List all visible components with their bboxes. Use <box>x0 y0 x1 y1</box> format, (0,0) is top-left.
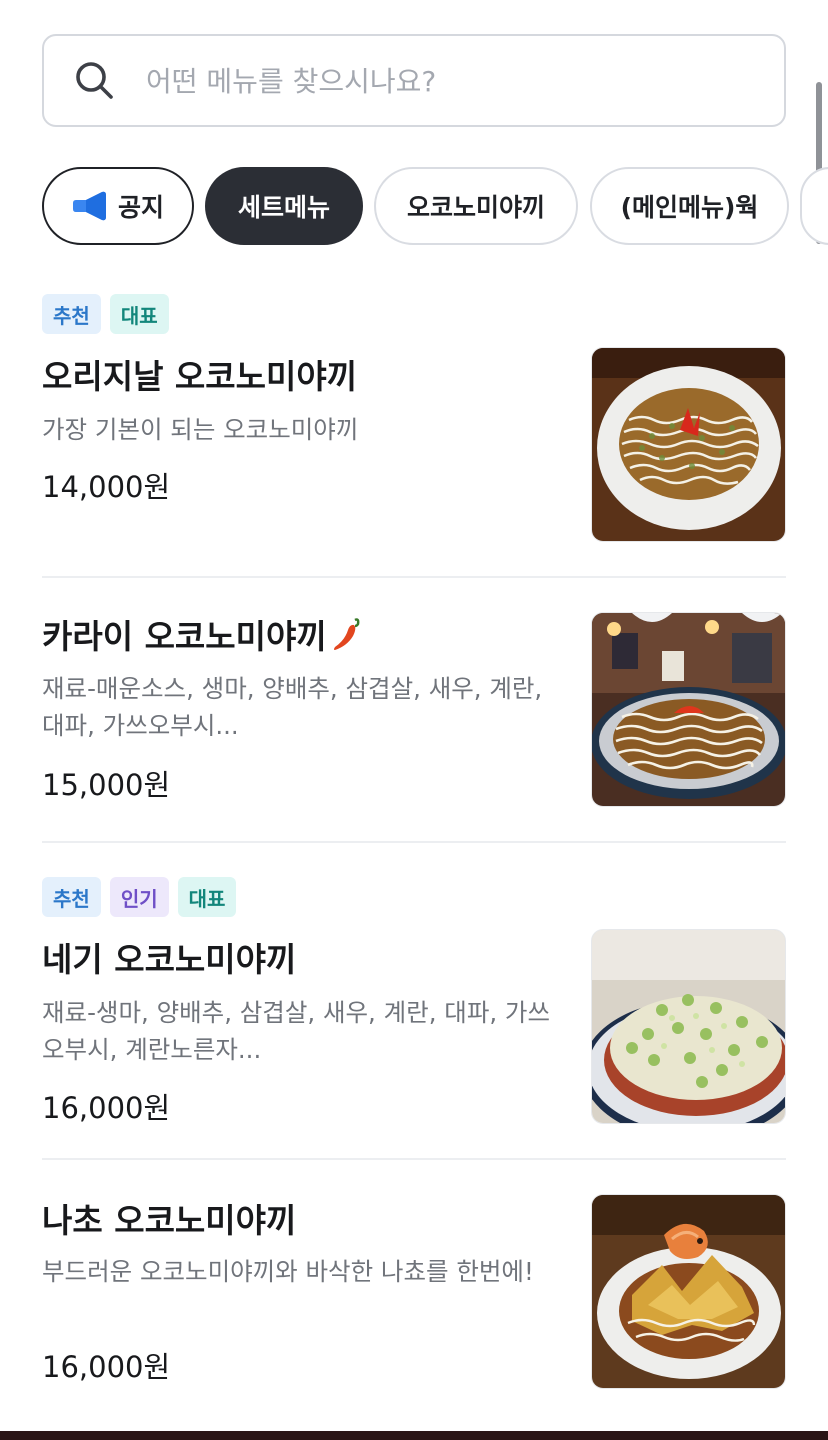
tab-okonomiyaki-label: 오코노미야끼 <box>406 193 545 222</box>
menu-page: 공지 세트메뉴 오코노미야끼 (메인메뉴)웍 추천 대표 오리지날 오코노미야끼… <box>0 0 828 1440</box>
menu-item[interactable]: 카라이 오코노미야끼 재료-매운소스, 생마, 양배추, 삼겹살, 새우, 계란… <box>42 600 786 815</box>
search-bar[interactable] <box>42 34 786 127</box>
menu-item-description: 재료-매운소스, 생마, 양배추, 삼겹살, 새우, 계란, 대파, 가쓰오부시… <box>42 674 543 740</box>
menu-item-description: 재료-생마, 양배추, 삼겹살, 새우, 계란, 대파, 가쓰오부시, 계란노른… <box>42 998 551 1064</box>
tag-group: 추천 인기 대표 <box>42 877 237 917</box>
menu-item-name: 오리지날 오코노미야끼 <box>42 357 358 396</box>
menu-item-price: 16,000원 <box>42 1091 171 1125</box>
category-tabs: 공지 세트메뉴 오코노미야끼 (메인메뉴)웍 <box>42 167 828 245</box>
tab-next[interactable] <box>800 167 828 245</box>
tab-main-wok-label: (메인메뉴)웍 <box>620 193 759 222</box>
tab-set-menu[interactable]: 세트메뉴 <box>205 167 363 245</box>
menu-item-price: 16,000원 <box>42 1350 171 1384</box>
menu-item-photo[interactable] <box>591 1194 786 1389</box>
divider <box>42 576 786 578</box>
menu-item-price: 14,000원 <box>42 470 171 504</box>
divider <box>42 1158 786 1160</box>
menu-item[interactable]: 추천 인기 대표 네기 오코노미야끼 재료-생마, 양배추, 삼겹살, 새우, … <box>42 877 786 1137</box>
tag-group: 추천 대표 <box>42 294 169 334</box>
tag-representative: 대표 <box>177 877 237 917</box>
menu-item-photo[interactable] <box>591 929 786 1124</box>
tab-set-menu-label: 세트메뉴 <box>237 193 330 222</box>
tag-recommend: 추천 <box>42 877 101 917</box>
menu-item-description: 부드러운 오코노미야끼와 바삭한 나쵸를 한번에! <box>42 1257 534 1286</box>
menu-item-name: 카라이 오코노미야끼 <box>42 610 361 658</box>
menu-item-name: 나초 오코노미야끼 <box>42 1201 297 1240</box>
menu-item-price: 15,000원 <box>42 768 171 802</box>
tag-recommend: 추천 <box>42 294 101 334</box>
menu-item-photo[interactable] <box>591 347 786 542</box>
bottom-bar <box>0 1431 828 1440</box>
tab-notice-label: 공지 <box>117 193 164 222</box>
chili-pepper-icon <box>333 618 360 650</box>
divider <box>42 841 786 843</box>
menu-item[interactable]: 추천 대표 오리지날 오코노미야끼 가장 기본이 되는 오코노미야끼 14,00… <box>42 294 786 544</box>
tab-main-wok[interactable]: (메인메뉴)웍 <box>590 167 789 245</box>
menu-item-photo[interactable] <box>591 612 786 807</box>
menu-item-name: 네기 오코노미야끼 <box>42 940 297 979</box>
search-icon <box>76 62 113 99</box>
tag-popular: 인기 <box>109 877 169 917</box>
megaphone-icon <box>72 191 106 221</box>
search-input[interactable] <box>146 56 746 106</box>
menu-item[interactable]: 나초 오코노미야끼 부드러운 오코노미야끼와 바삭한 나쵸를 한번에! 16,0… <box>42 1190 786 1400</box>
tag-representative: 대표 <box>109 294 169 334</box>
tab-okonomiyaki[interactable]: 오코노미야끼 <box>374 167 578 245</box>
menu-item-description: 가장 기본이 되는 오코노미야끼 <box>42 415 359 444</box>
tab-notice[interactable]: 공지 <box>42 167 194 245</box>
